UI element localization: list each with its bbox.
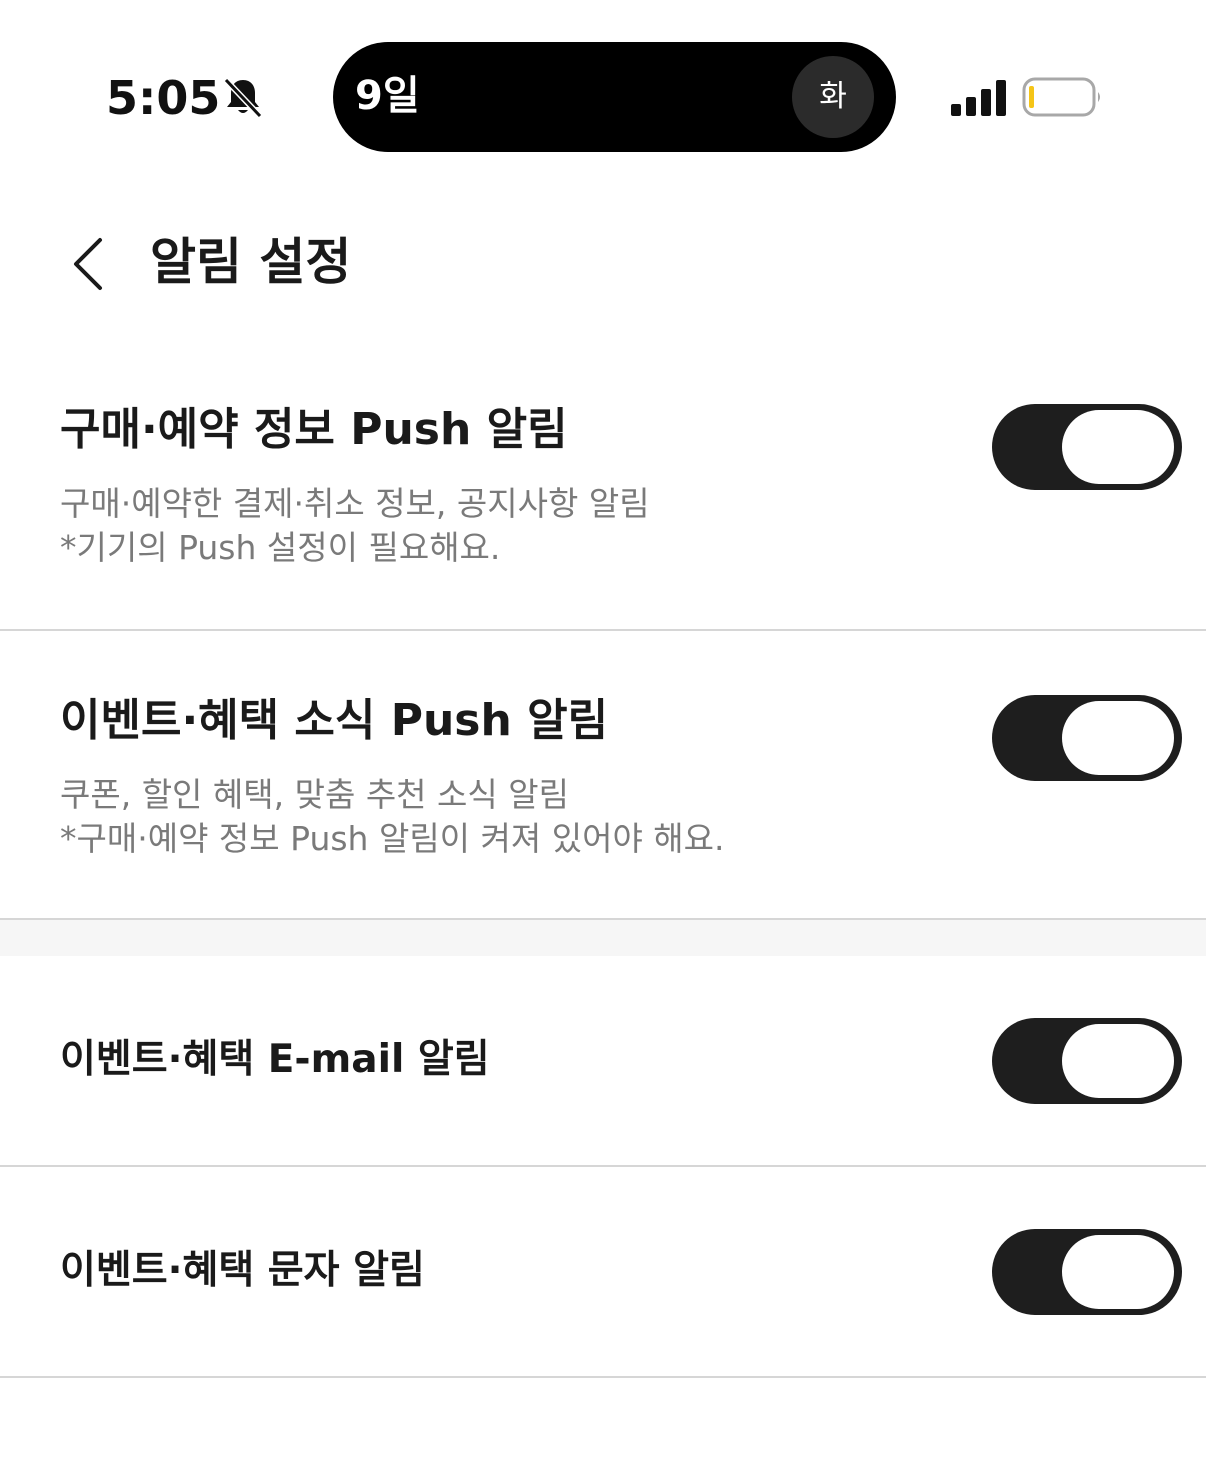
section-divider — [0, 920, 1206, 956]
setting-row-event-sms: 이벤트·혜택 문자 알림 — [0, 1167, 1206, 1378]
dynamic-island[interactable]: 9일 화 — [333, 42, 896, 152]
island-day-badge: 화 — [792, 56, 874, 138]
back-button[interactable] — [58, 228, 128, 298]
setting-row-purchase-push: 구매·예약 정보 Push 알림 구매·예약한 결제·취소 정보, 공지사항 알… — [0, 340, 1206, 631]
setting-row-event-email: 이벤트·혜택 E-mail 알림 — [0, 956, 1206, 1167]
setting-description-line: *기기의 Push 설정이 필요해요. — [60, 528, 501, 567]
header: 알림 설정 — [0, 200, 1206, 330]
setting-title: 이벤트·혜택 E-mail 알림 — [60, 1037, 490, 1082]
battery-icon — [1022, 77, 1100, 117]
setting-description-line: *구매·예약 정보 Push 알림이 켜져 있어야 해요. — [60, 819, 725, 858]
page-title: 알림 설정 — [150, 233, 352, 291]
bell-off-icon — [223, 77, 263, 119]
toggle-knob — [1062, 1235, 1174, 1309]
event-sms-toggle[interactable] — [992, 1229, 1182, 1315]
event-email-toggle[interactable] — [992, 1018, 1182, 1104]
signal-icon — [951, 80, 1006, 116]
setting-title: 구매·예약 정보 Push 알림 — [60, 404, 568, 455]
setting-description-line: 쿠폰, 할인 혜택, 맞춤 추천 소식 알림 — [60, 775, 569, 814]
status-time: 5:05 — [106, 71, 221, 125]
setting-description: 구매·예약한 결제·취소 정보, 공지사항 알림 *기기의 Push 설정이 필… — [60, 482, 650, 570]
event-push-toggle[interactable] — [992, 695, 1182, 781]
setting-title: 이벤트·혜택 소식 Push 알림 — [60, 695, 609, 746]
setting-description: 쿠폰, 할인 혜택, 맞춤 추천 소식 알림 *구매·예약 정보 Push 알림… — [60, 773, 725, 861]
setting-description-line: 구매·예약한 결제·취소 정보, 공지사항 알림 — [60, 484, 650, 523]
toggle-knob — [1062, 701, 1174, 775]
status-bar: 5:05 9일 화 — [0, 0, 1206, 190]
purchase-push-toggle[interactable] — [992, 404, 1182, 490]
toggle-knob — [1062, 410, 1174, 484]
island-date: 9일 — [355, 73, 420, 119]
setting-title: 이벤트·혜택 문자 알림 — [60, 1248, 425, 1293]
toggle-knob — [1062, 1024, 1174, 1098]
setting-row-event-push: 이벤트·혜택 소식 Push 알림 쿠폰, 할인 혜택, 맞춤 추천 소식 알림… — [0, 631, 1206, 920]
